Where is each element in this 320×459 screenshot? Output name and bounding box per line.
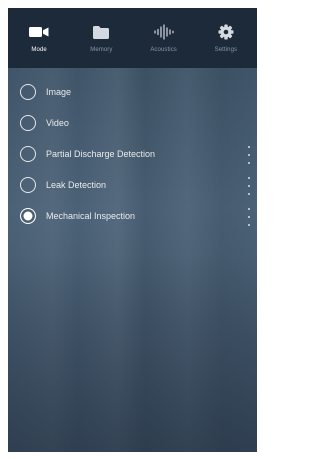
mode-option-label: Image (46, 87, 72, 97)
mode-option-label: Video (46, 118, 69, 128)
radio-button[interactable] (20, 146, 36, 162)
more-options-icon[interactable] (245, 208, 253, 226)
mode-option-label: Mechanical Inspection (46, 211, 136, 221)
app-screen: Mode Memory Acoustics Settings Image Vid… (8, 8, 257, 452)
folder-icon (89, 22, 113, 42)
mode-option-partial-discharge-detection[interactable]: Partial Discharge Detection (8, 140, 257, 171)
more-options-icon[interactable] (245, 177, 253, 195)
mode-option-label: Leak Detection (46, 180, 107, 190)
tab-mode[interactable]: Mode (8, 8, 70, 68)
mode-option-video[interactable]: Video (8, 109, 257, 140)
gear-icon (214, 22, 238, 42)
tab-acoustics[interactable]: Acoustics (133, 8, 195, 68)
mode-list: Image Video Partial Discharge Detection … (8, 78, 257, 233)
radio-button-selected[interactable] (20, 208, 36, 224)
video-camera-icon (27, 22, 51, 42)
radio-button[interactable] (20, 115, 36, 131)
radio-button[interactable] (20, 84, 36, 100)
tab-memory[interactable]: Memory (70, 8, 132, 68)
mode-option-image[interactable]: Image (8, 78, 257, 109)
tab-label: Acoustics (150, 47, 177, 53)
mode-option-mechanical-inspection[interactable]: Mechanical Inspection (8, 202, 257, 233)
mode-option-leak-detection[interactable]: Leak Detection (8, 171, 257, 202)
tab-label: Memory (90, 47, 113, 53)
more-options-icon[interactable] (245, 146, 253, 164)
tab-label: Mode (31, 47, 47, 53)
tab-settings[interactable]: Settings (195, 8, 257, 68)
sound-wave-icon (152, 22, 176, 42)
mode-option-label: Partial Discharge Detection (46, 149, 156, 159)
radio-button[interactable] (20, 177, 36, 193)
tab-label: Settings (214, 47, 238, 53)
top-navigation-bar: Mode Memory Acoustics Settings (8, 8, 257, 68)
